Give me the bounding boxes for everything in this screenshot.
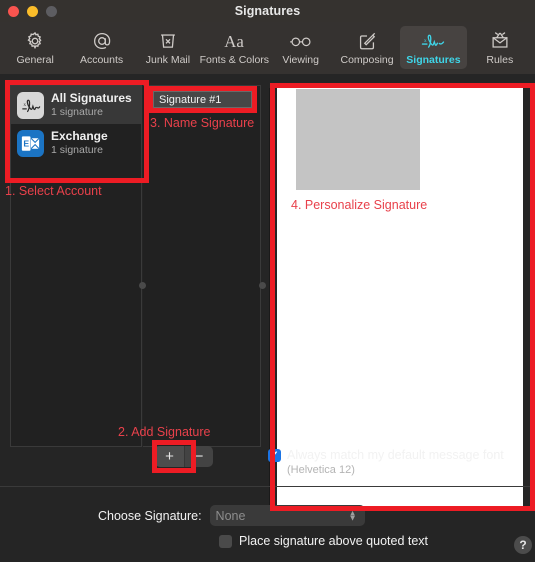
exchange-app-icon: E bbox=[17, 129, 44, 157]
tab-accounts[interactable]: Accounts bbox=[68, 26, 134, 69]
svg-text:x: x bbox=[424, 38, 427, 44]
chevron-updown-icon: ▲ ▼ bbox=[348, 507, 357, 523]
annotation-label-add-signature: 2. Add Signature bbox=[118, 425, 211, 439]
place-signature-row[interactable]: Place signature above quoted text bbox=[219, 534, 428, 548]
account-text: All Signatures 1 signature bbox=[51, 91, 132, 118]
tab-rules[interactable]: Rules bbox=[467, 26, 533, 69]
always-match-text: Always match my default message font (He… bbox=[287, 448, 504, 476]
tab-general-label: General bbox=[16, 54, 54, 66]
choose-signature-label: Choose Signature: bbox=[98, 508, 202, 523]
aa-text-icon: Aa bbox=[219, 29, 249, 53]
place-signature-checkbox[interactable] bbox=[219, 534, 232, 548]
pane-divider-handle-right[interactable] bbox=[259, 282, 266, 289]
signatures-pane: x All Signatures 1 signature E Exchange … bbox=[0, 74, 535, 562]
account-row-exchange[interactable]: E Exchange 1 signature bbox=[11, 124, 141, 162]
svg-text:x: x bbox=[23, 102, 26, 108]
tab-junk-mail-label: Junk Mail bbox=[145, 54, 191, 66]
trash-x-icon bbox=[157, 29, 179, 53]
tab-signatures-label: Signatures bbox=[406, 54, 461, 66]
choose-signature-row: Choose Signature: None ▲ ▼ bbox=[98, 505, 365, 526]
editor-scrollbar[interactable] bbox=[269, 88, 273, 506]
account-subtitle: 1 signature bbox=[51, 143, 103, 156]
tab-junk-mail[interactable]: Junk Mail bbox=[135, 26, 201, 69]
glasses-icon bbox=[288, 29, 314, 53]
signature-list[interactable] bbox=[143, 85, 261, 447]
signature-icon: x bbox=[419, 29, 447, 53]
add-remove-signature-control[interactable]: + − bbox=[155, 446, 213, 467]
section-divider bbox=[0, 486, 535, 487]
account-name: Exchange bbox=[51, 129, 108, 144]
tab-composing-label: Composing bbox=[340, 54, 394, 66]
always-match-font-row[interactable]: ✓ Always match my default message font (… bbox=[268, 448, 504, 476]
close-button-icon[interactable] bbox=[8, 6, 19, 17]
tab-composing[interactable]: Composing bbox=[334, 26, 400, 69]
remove-signature-button[interactable]: − bbox=[184, 446, 213, 467]
accounts-list[interactable]: x All Signatures 1 signature E Exchange … bbox=[10, 85, 142, 447]
always-match-label: Always match my default message font bbox=[287, 448, 504, 462]
checkmark-icon: ✓ bbox=[270, 449, 279, 461]
tab-accounts-label: Accounts bbox=[79, 54, 124, 66]
at-sign-icon bbox=[91, 29, 113, 53]
tab-viewing[interactable]: Viewing bbox=[268, 26, 334, 69]
window-title: Signatures bbox=[234, 4, 301, 18]
annotation-label-select-account: 1. Select Account bbox=[5, 184, 102, 198]
tab-rules-label: Rules bbox=[486, 54, 514, 66]
annotation-label-personalize-signature: 4. Personalize Signature bbox=[291, 198, 428, 212]
tab-general[interactable]: General bbox=[2, 26, 68, 69]
help-button[interactable]: ? bbox=[514, 536, 532, 554]
place-signature-label: Place signature above quoted text bbox=[239, 534, 429, 548]
signature-editor[interactable] bbox=[277, 88, 523, 506]
pane-divider-handle-left[interactable] bbox=[139, 282, 146, 289]
svg-text:E: E bbox=[23, 138, 29, 148]
tab-fonts-colors[interactable]: Aa Fonts & Colors bbox=[199, 26, 270, 69]
tab-viewing-label: Viewing bbox=[282, 54, 319, 66]
compose-pencil-icon bbox=[356, 29, 378, 53]
preferences-toolbar: General Accounts Junk Mail Aa Fonts & Co… bbox=[0, 22, 535, 74]
annotation-label-name-signature: 3. Name Signature bbox=[150, 116, 255, 130]
add-signature-button[interactable]: + bbox=[155, 446, 184, 467]
tab-signatures[interactable]: x Signatures bbox=[400, 26, 467, 69]
signature-image-placeholder bbox=[296, 89, 420, 190]
choose-signature-value: None bbox=[215, 508, 246, 523]
title-bar: Signatures bbox=[0, 0, 535, 22]
signature-name-input[interactable]: Signature #1 bbox=[153, 91, 252, 108]
account-text: Exchange 1 signature bbox=[51, 129, 108, 156]
signature-thumb-icon: x bbox=[17, 91, 44, 119]
always-match-checkbox[interactable]: ✓ bbox=[268, 449, 281, 462]
traffic-lights bbox=[8, 6, 57, 17]
account-row-all-signatures[interactable]: x All Signatures 1 signature bbox=[11, 86, 141, 124]
account-name: All Signatures bbox=[51, 91, 132, 106]
gear-icon bbox=[24, 29, 46, 53]
zoom-button-icon bbox=[46, 6, 57, 17]
account-subtitle: 1 signature bbox=[51, 105, 103, 118]
tab-fonts-colors-label: Fonts & Colors bbox=[199, 54, 270, 66]
always-match-sublabel: (Helvetica 12) bbox=[287, 464, 355, 476]
envelope-rules-icon bbox=[489, 29, 511, 53]
signatures-preferences-window: Signatures General Accounts Junk Mail Aa… bbox=[0, 0, 535, 562]
svg-text:Aa: Aa bbox=[225, 32, 245, 51]
choose-signature-dropdown[interactable]: None ▲ ▼ bbox=[209, 505, 365, 526]
minimize-button-icon[interactable] bbox=[27, 6, 38, 17]
